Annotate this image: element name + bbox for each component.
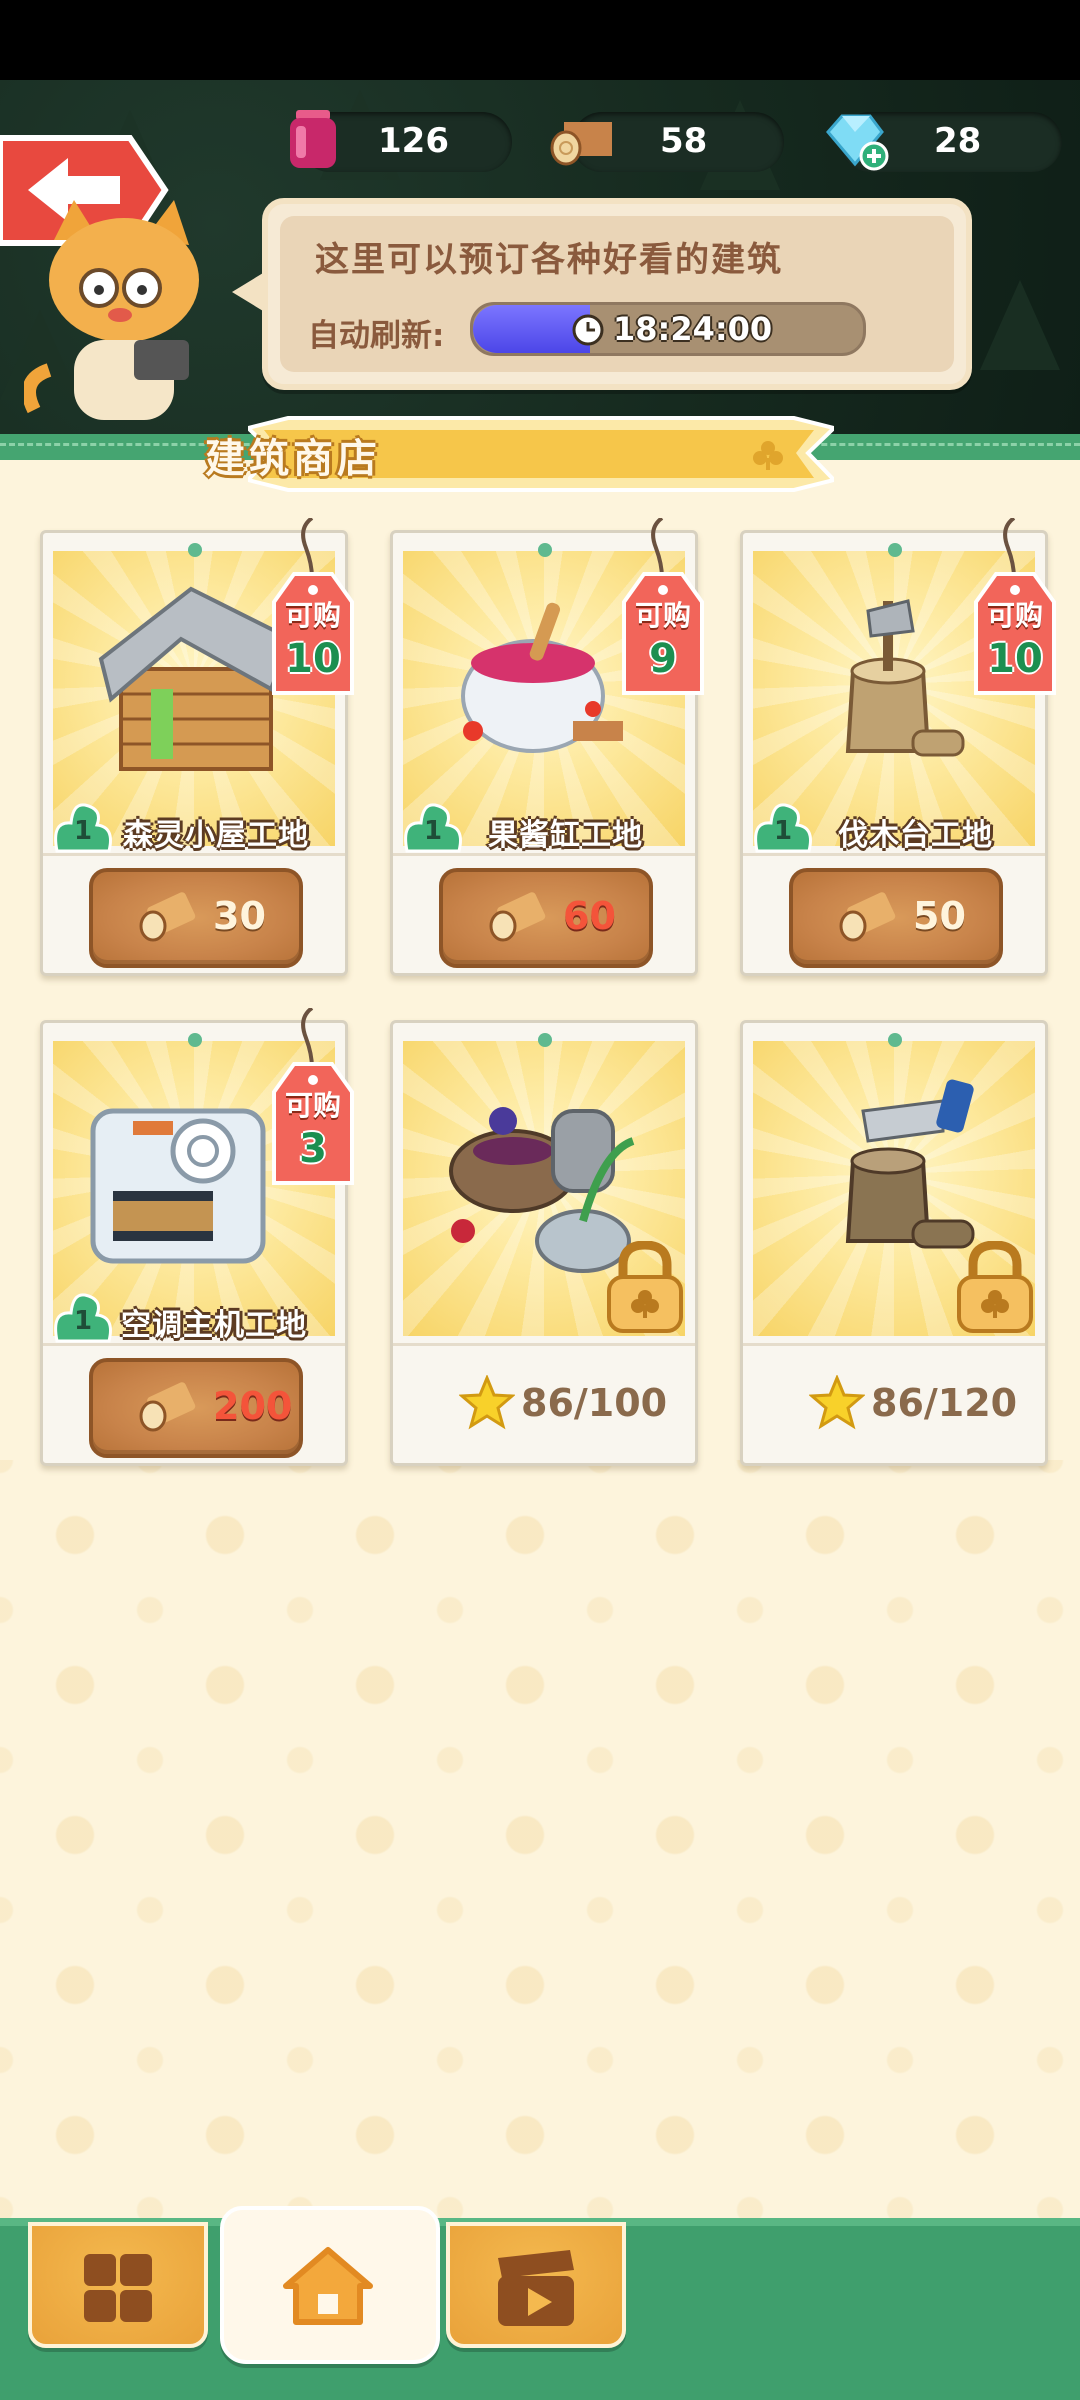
available-count: 10 bbox=[987, 636, 1043, 682]
wood-log-icon bbox=[550, 122, 612, 166]
card-pin bbox=[538, 1033, 552, 1047]
house-icon bbox=[283, 2247, 373, 2325]
speech-panel bbox=[262, 198, 972, 390]
card-pin bbox=[188, 543, 202, 557]
price-value: 60 bbox=[563, 894, 616, 938]
nav-grid-button[interactable] bbox=[28, 2222, 208, 2348]
wood-log-icon bbox=[139, 892, 196, 942]
wood-log-icon bbox=[839, 892, 896, 942]
wood-log-icon bbox=[489, 892, 546, 942]
clock-icon bbox=[572, 314, 604, 346]
timer-text: 18:24:00 bbox=[613, 310, 773, 348]
card-pin bbox=[538, 543, 552, 557]
buy-button[interactable]: 50 bbox=[789, 868, 1003, 968]
tag-label: 可购 bbox=[284, 1089, 341, 1122]
speech-title: 这里可以预订各种好看的建筑 bbox=[315, 240, 783, 280]
forest-hut-illustration bbox=[98, 586, 294, 771]
building-name: 空调主机工地 bbox=[121, 1308, 307, 1343]
price-value: 50 bbox=[913, 894, 966, 938]
building-card-locked-saw-block[interactable]: 86/120 bbox=[740, 1020, 1048, 1466]
star-icon bbox=[809, 1375, 865, 1430]
nav-video-button[interactable] bbox=[446, 2222, 626, 2348]
resource-wood-value: 58 bbox=[660, 121, 708, 161]
star-icon bbox=[459, 1375, 515, 1430]
shop-title: 建筑商店 bbox=[205, 436, 381, 482]
building-name: 伐木台工地 bbox=[838, 818, 993, 853]
chopping-block-illustration bbox=[845, 599, 965, 757]
lock-icon bbox=[957, 1241, 1033, 1333]
status-bar bbox=[0, 0, 1080, 80]
level-number: 1 bbox=[774, 816, 793, 846]
nav-home-button[interactable] bbox=[220, 2206, 440, 2364]
resource-jam-value: 126 bbox=[378, 121, 449, 161]
price-value: 30 bbox=[213, 894, 266, 938]
grid-icon bbox=[84, 2254, 152, 2322]
level-number: 1 bbox=[74, 816, 93, 846]
card-pin bbox=[188, 1033, 202, 1047]
jam-vat-illustration bbox=[461, 602, 623, 753]
available-count: 10 bbox=[285, 636, 341, 682]
diamond-plus-icon[interactable] bbox=[820, 104, 890, 174]
tag-label: 可购 bbox=[986, 599, 1043, 632]
lock-icon bbox=[607, 1241, 683, 1333]
video-clapper-icon bbox=[498, 2250, 574, 2326]
background-pattern bbox=[0, 1460, 1080, 2220]
tag-label: 可购 bbox=[634, 599, 691, 632]
jam-jar-icon bbox=[290, 110, 336, 168]
wood-log-icon bbox=[139, 1382, 196, 1432]
card-pin bbox=[888, 1033, 902, 1047]
buy-button[interactable]: 30 bbox=[89, 868, 303, 968]
building-name: 果酱缸工地 bbox=[488, 818, 643, 853]
building-name: 森灵小屋工地 bbox=[123, 818, 309, 853]
level-number: 1 bbox=[424, 816, 443, 846]
buy-button[interactable]: 60 bbox=[439, 868, 653, 968]
available-count: 9 bbox=[649, 636, 677, 682]
card-pin bbox=[888, 543, 902, 557]
tag-label: 可购 bbox=[284, 599, 341, 632]
star-requirement-text: 86/120 bbox=[871, 1381, 1018, 1425]
ac-unit-illustration bbox=[90, 1108, 266, 1264]
building-card-locked-jam-stall[interactable]: 86/100 bbox=[390, 1020, 698, 1466]
cat-mascot bbox=[24, 200, 199, 420]
available-count: 3 bbox=[299, 1126, 327, 1172]
price-value: 200 bbox=[213, 1384, 293, 1428]
auto-refresh-label: 自动刷新: bbox=[308, 318, 445, 354]
level-number: 1 bbox=[74, 1306, 93, 1336]
star-requirement-text: 86/100 bbox=[521, 1381, 668, 1425]
buy-button[interactable]: 200 bbox=[89, 1358, 303, 1458]
resource-diamond-value: 28 bbox=[934, 121, 982, 161]
refresh-timer-bar: 18:24:00 bbox=[470, 302, 866, 356]
